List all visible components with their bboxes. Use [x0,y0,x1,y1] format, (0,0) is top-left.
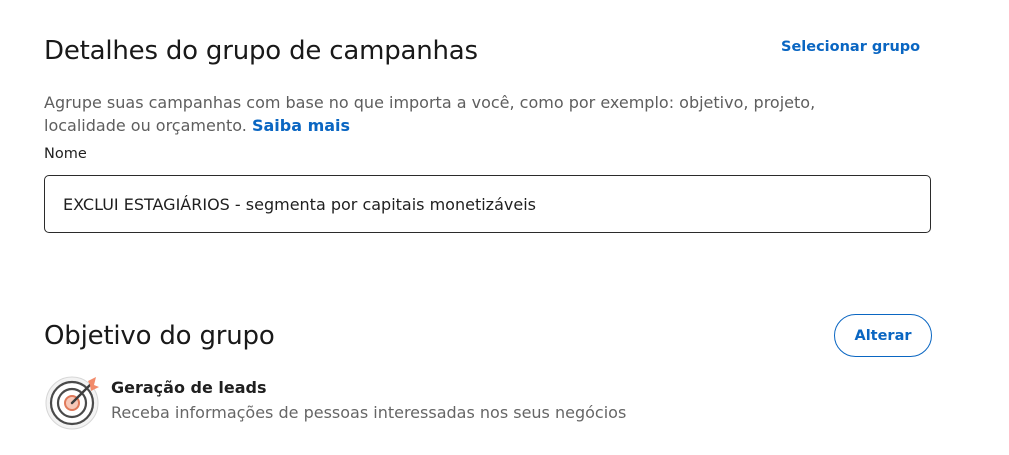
group-details-title: Detalhes do grupo de campanhas [44,36,478,66]
objective-description: Receba informações de pessoas interessad… [111,403,627,422]
change-objective-button[interactable]: Alterar [834,314,932,357]
select-group-link[interactable]: Selecionar grupo [781,39,920,55]
description-text: Agrupe suas campanhas com base no que im… [44,93,816,135]
name-label: Nome [44,146,87,162]
learn-more-link[interactable]: Saiba mais [252,116,350,135]
group-name-input[interactable] [44,175,931,233]
target-icon [44,373,102,431]
objective-name: Geração de leads [111,378,267,397]
group-details-description: Agrupe suas campanhas com base no que im… [44,91,894,137]
group-objective-title: Objetivo do grupo [44,321,275,351]
